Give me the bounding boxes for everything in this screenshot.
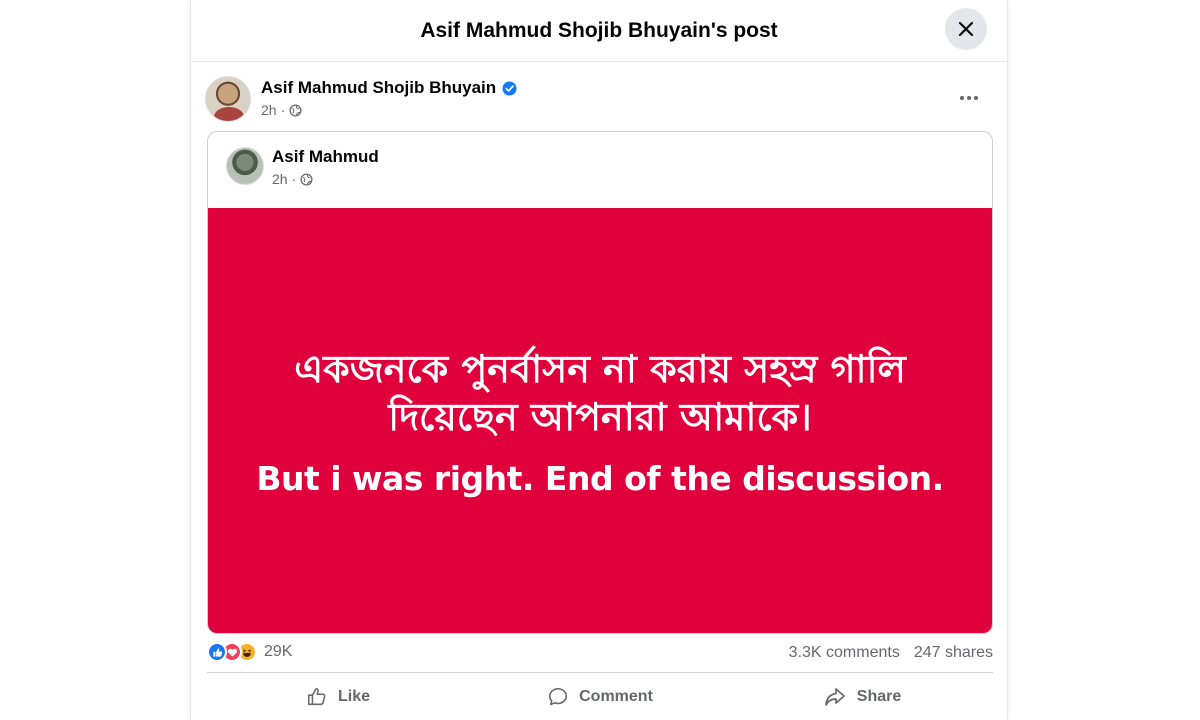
reactions-summary[interactable]: 29K xyxy=(207,642,292,662)
author-name[interactable]: Asif Mahmud Shojib Bhuyain xyxy=(261,78,517,98)
post-time[interactable]: 2h xyxy=(261,102,277,118)
image-text-bangla: একজনকে পুনর্বাসন না করায় সহস্র গালি দিয… xyxy=(294,347,906,439)
shared-post-time[interactable]: 2h xyxy=(272,171,288,187)
post-image[interactable]: একজনকে পুনর্বাসন না করায় সহস্র গালি দিয… xyxy=(208,208,992,633)
close-button[interactable] xyxy=(945,8,987,50)
shared-post-card[interactable]: Asif Mahmud 2h · একজনকে পুনর্বাসন না করা… xyxy=(207,131,993,634)
image-text-english: But i was right. End of the discussion. xyxy=(256,459,944,498)
close-icon xyxy=(958,21,974,37)
globe-icon xyxy=(300,172,313,186)
post-header: Asif Mahmud Shojib Bhuyain 2h · xyxy=(205,74,995,124)
engagement-counts: 3.3K comments 247 shares xyxy=(789,644,993,662)
reaction-count[interactable]: 29K xyxy=(264,643,292,661)
post-stats: 29K 3.3K comments 247 shares xyxy=(207,640,993,668)
shared-post-meta: 2h · xyxy=(272,171,313,187)
more-icon-dot xyxy=(967,96,971,100)
post-meta: 2h · xyxy=(261,102,302,118)
more-icon-dot xyxy=(974,96,978,100)
dialog-title: Asif Mahmud Shojib Bhuyain's post xyxy=(420,18,778,42)
comment-count[interactable]: 3.3K comments xyxy=(789,644,900,662)
share-count[interactable]: 247 shares xyxy=(914,644,993,662)
share-icon xyxy=(824,687,845,706)
more-icon-dot xyxy=(960,96,964,100)
author-avatar[interactable] xyxy=(205,76,251,122)
share-button[interactable]: Share xyxy=(731,673,993,720)
more-options-button[interactable] xyxy=(953,82,985,114)
meta-separator: · xyxy=(291,171,297,187)
author-name-text[interactable]: Asif Mahmud Shojib Bhuyain xyxy=(261,78,496,98)
like-button[interactable]: Like xyxy=(207,673,469,720)
comment-button[interactable]: Comment xyxy=(469,673,731,720)
shared-author-name[interactable]: Asif Mahmud xyxy=(272,147,379,167)
like-label: Like xyxy=(337,687,370,705)
shared-author-avatar[interactable] xyxy=(226,147,264,185)
post-actions: Like Comment Share xyxy=(207,672,993,720)
post-dialog: Asif Mahmud Shojib Bhuyain's post Asif M… xyxy=(190,0,1008,720)
dialog-header: Asif Mahmud Shojib Bhuyain's post xyxy=(191,0,1007,62)
shared-post-header: Asif Mahmud 2h · xyxy=(208,132,992,208)
share-label: Share xyxy=(856,687,902,705)
like-reaction-icon xyxy=(207,642,227,662)
thumbs-up-icon xyxy=(307,687,326,705)
comment-icon xyxy=(549,687,568,705)
comment-label: Comment xyxy=(579,687,653,705)
verified-badge-icon xyxy=(502,80,517,96)
globe-icon xyxy=(289,103,302,117)
meta-separator: · xyxy=(280,102,286,118)
